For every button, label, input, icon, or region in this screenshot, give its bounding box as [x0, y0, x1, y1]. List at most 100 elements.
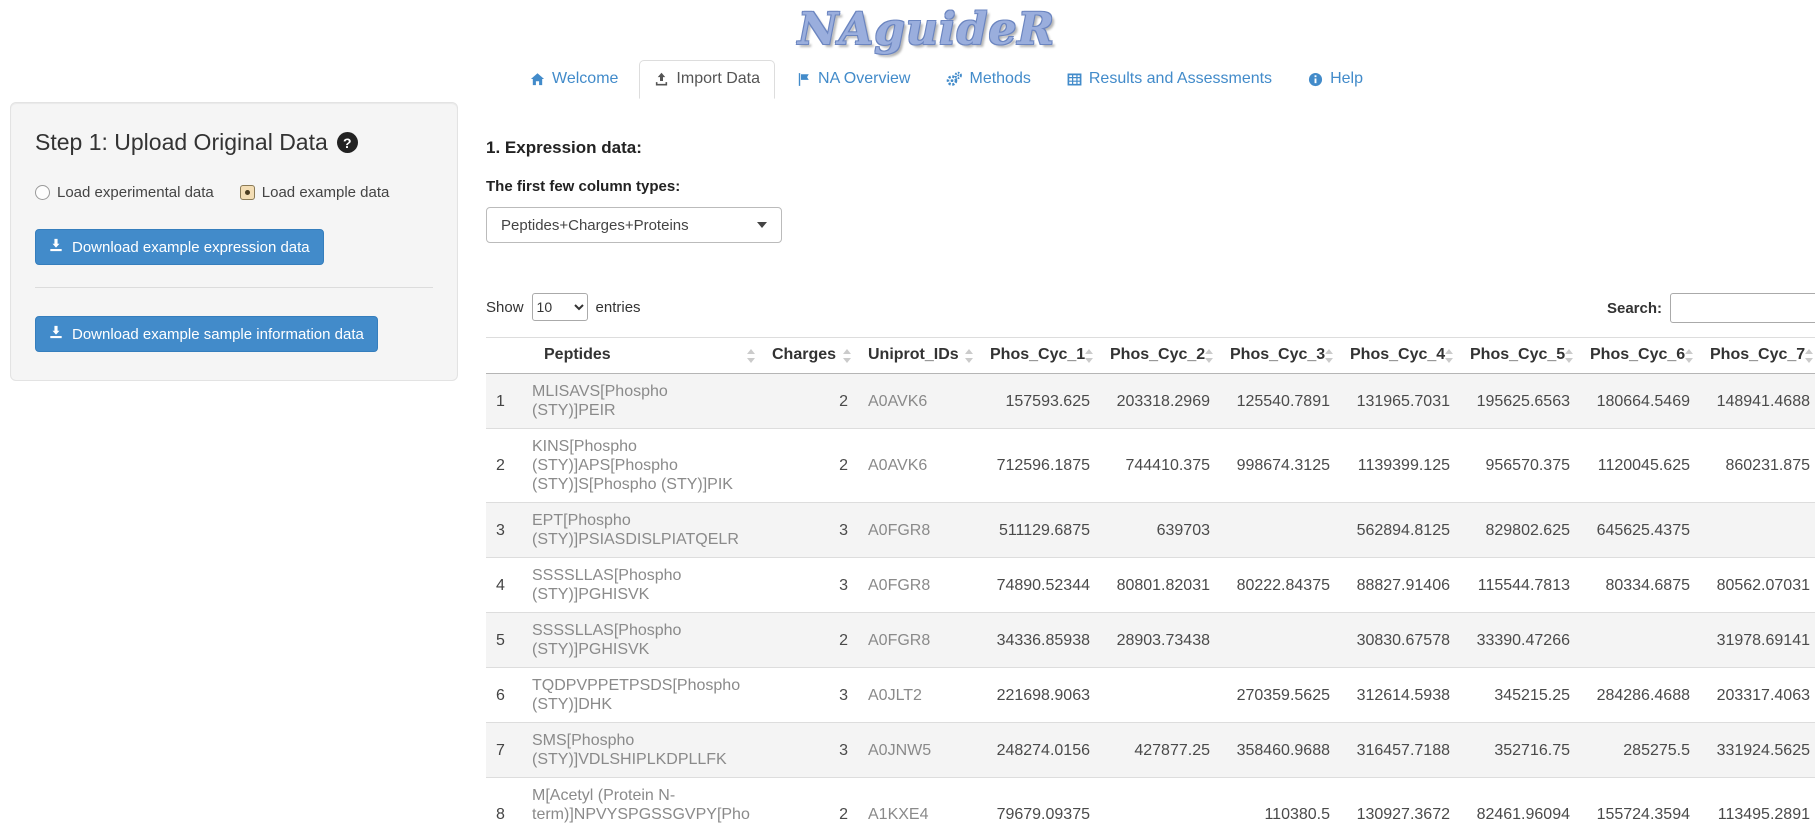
phos-cyc-1-cell: 248274.0156	[980, 723, 1100, 778]
row-index-cell: 7	[486, 723, 522, 778]
tab-label: Welcome	[552, 70, 618, 88]
divider	[35, 287, 433, 288]
phos-cyc-7-cell: 31978.69141	[1700, 613, 1815, 668]
column-header-peptides[interactable]: Peptides	[522, 338, 762, 374]
download-icon	[49, 325, 63, 343]
column-header-phos-cyc-5[interactable]: Phos_Cyc_5	[1460, 338, 1580, 374]
column-types-select[interactable]: Peptides+Charges+Proteins	[486, 207, 782, 243]
phos-cyc-1-cell: 157593.625	[980, 374, 1100, 429]
sort-icon	[1684, 348, 1694, 364]
phos-cyc-5-cell: 82461.96094	[1460, 778, 1580, 826]
phos-cyc-2-cell: 203318.2969	[1100, 374, 1220, 429]
peptide-cell: M[Acetyl (Protein N-term)]NPVYSPGSSGVPY[…	[522, 778, 762, 826]
info-circle-icon	[1308, 72, 1323, 87]
phos-cyc-3-cell: 270359.5625	[1220, 668, 1340, 723]
uniprot-cell: A0FGR8	[858, 503, 980, 558]
tab-na-overview[interactable]: NA Overview	[781, 60, 925, 99]
table-row: 8M[Acetyl (Protein N-term)]NPVYSPGSSGVPY…	[486, 778, 1815, 826]
phos-cyc-2-cell: 80801.82031	[1100, 558, 1220, 613]
upload-panel: Step 1: Upload Original Data ? Load expe…	[10, 102, 458, 381]
uniprot-cell: A0AVK6	[858, 429, 980, 503]
peptide-cell: KINS[Phospho (STY)]APS[Phospho (STY)]S[P…	[522, 429, 762, 503]
peptide-cell: MLISAVS[Phospho (STY)]PEIR	[522, 374, 762, 429]
tab-import-data[interactable]: Import Data	[639, 60, 775, 99]
charge-cell: 3	[762, 503, 858, 558]
tab-help[interactable]: Help	[1293, 60, 1378, 99]
peptide-cell: TQDPVPPETPSDS[Phospho (STY)]DHK	[522, 668, 762, 723]
radio-label: Load example data	[262, 184, 390, 201]
tab-label: Methods	[969, 70, 1030, 88]
expression-table-body: 1MLISAVS[Phospho (STY)]PEIR2A0AVK6157593…	[486, 374, 1815, 826]
peptide-cell: SMS[Phospho (STY)]VDLSHIPLKDPLLFK	[522, 723, 762, 778]
table-header-row: Peptides Charges Uniprot_IDs Phos_Cyc_1 …	[486, 338, 1815, 374]
column-header-rownum	[486, 338, 522, 374]
caret-down-icon	[757, 222, 767, 228]
page-length-select[interactable]: 10	[532, 293, 588, 321]
question-circle-icon[interactable]: ?	[337, 132, 358, 153]
phos-cyc-6-cell: 1120045.625	[1580, 429, 1700, 503]
download-sample-info-button[interactable]: Download example sample information data	[35, 316, 378, 352]
uniprot-cell: A0AVK6	[858, 374, 980, 429]
search-control: Search:	[1607, 293, 1815, 323]
column-header-phos-cyc-7[interactable]: Phos_Cyc_7	[1700, 338, 1815, 374]
phos-cyc-1-cell: 511129.6875	[980, 503, 1100, 558]
charge-cell: 2	[762, 374, 858, 429]
tab-methods[interactable]: Methods	[931, 60, 1045, 99]
column-header-phos-cyc-4[interactable]: Phos_Cyc_4	[1340, 338, 1460, 374]
phos-cyc-3-cell	[1220, 503, 1340, 558]
sort-icon	[1324, 348, 1334, 364]
charge-cell: 3	[762, 668, 858, 723]
app-logo: NAguideR	[798, 4, 1055, 55]
row-index-cell: 2	[486, 429, 522, 503]
peptide-cell: EPT[Phospho (STY)]PSIASDISLPIATQELR	[522, 503, 762, 558]
column-types-label: The first few column types:	[486, 178, 1815, 195]
table-row: 4SSSSLLAS[Phospho (STY)]PGHISVK3A0FGR874…	[486, 558, 1815, 613]
phos-cyc-7-cell: 113495.2891	[1700, 778, 1815, 826]
phos-cyc-4-cell: 316457.7188	[1340, 723, 1460, 778]
sort-icon	[1444, 348, 1454, 364]
row-index-cell: 3	[486, 503, 522, 558]
phos-cyc-3-cell: 80222.84375	[1220, 558, 1340, 613]
tab-label: Help	[1330, 70, 1363, 88]
phos-cyc-5-cell: 352716.75	[1460, 723, 1580, 778]
phos-cyc-7-cell: 860231.875	[1700, 429, 1815, 503]
show-label: Show	[486, 299, 524, 316]
phos-cyc-6-cell: 180664.5469	[1580, 374, 1700, 429]
search-input[interactable]	[1670, 293, 1815, 323]
column-header-phos-cyc-2[interactable]: Phos_Cyc_2	[1100, 338, 1220, 374]
column-header-phos-cyc-6[interactable]: Phos_Cyc_6	[1580, 338, 1700, 374]
column-header-charges[interactable]: Charges	[762, 338, 858, 374]
phos-cyc-3-cell: 110380.5	[1220, 778, 1340, 826]
phos-cyc-2-cell: 744410.375	[1100, 429, 1220, 503]
sort-icon	[1564, 348, 1574, 364]
charge-cell: 2	[762, 778, 858, 826]
uniprot-cell: A0JLT2	[858, 668, 980, 723]
download-expression-data-button[interactable]: Download example expression data	[35, 229, 324, 265]
flag-icon	[796, 72, 811, 87]
radio-load-example-data[interactable]: Load example data	[240, 184, 390, 201]
phos-cyc-4-cell: 131965.7031	[1340, 374, 1460, 429]
tab-welcome[interactable]: Welcome	[515, 60, 633, 99]
sort-icon	[842, 348, 852, 364]
tab-results-assessments[interactable]: Results and Assessments	[1052, 60, 1287, 99]
phos-cyc-6-cell: 645625.4375	[1580, 503, 1700, 558]
radio-load-experimental-data[interactable]: Load experimental data	[35, 184, 214, 201]
phos-cyc-3-cell	[1220, 613, 1340, 668]
radio-label: Load experimental data	[57, 184, 214, 201]
download-icon	[49, 238, 63, 256]
phos-cyc-2-cell: 639703	[1100, 503, 1220, 558]
phos-cyc-7-cell: 80562.07031	[1700, 558, 1815, 613]
row-index-cell: 5	[486, 613, 522, 668]
expression-data-table: Peptides Charges Uniprot_IDs Phos_Cyc_1 …	[486, 337, 1815, 826]
column-header-phos-cyc-1[interactable]: Phos_Cyc_1	[980, 338, 1100, 374]
sort-icon	[964, 348, 974, 364]
phos-cyc-6-cell: 284286.4688	[1580, 668, 1700, 723]
entries-label: entries	[596, 299, 641, 316]
table-icon	[1067, 72, 1082, 87]
column-header-phos-cyc-3[interactable]: Phos_Cyc_3	[1220, 338, 1340, 374]
uniprot-cell: A1KXE4	[858, 778, 980, 826]
phos-cyc-4-cell: 30830.67578	[1340, 613, 1460, 668]
phos-cyc-2-cell	[1100, 778, 1220, 826]
phos-cyc-4-cell: 88827.91406	[1340, 558, 1460, 613]
column-header-uniprot-ids[interactable]: Uniprot_IDs	[858, 338, 980, 374]
